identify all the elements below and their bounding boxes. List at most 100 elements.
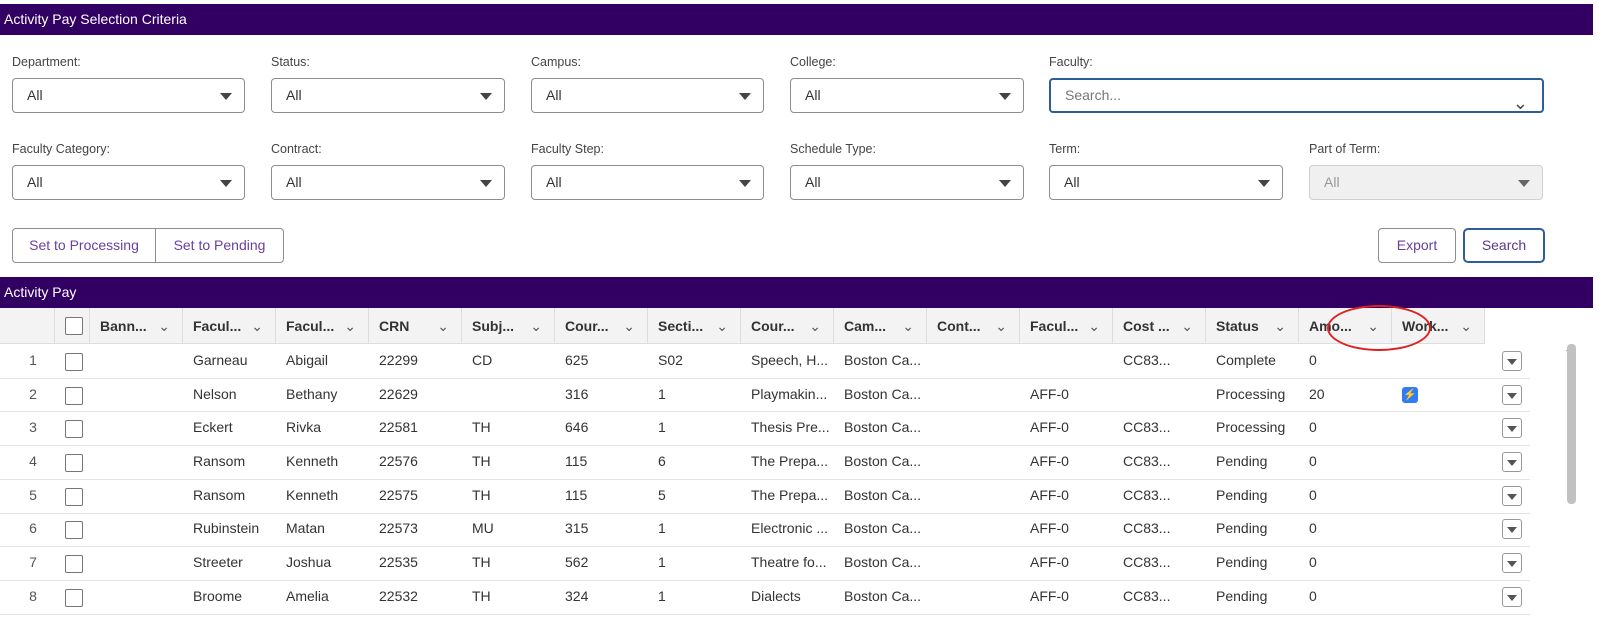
row-actions-menu[interactable]	[1502, 384, 1522, 405]
column-header[interactable]: Cour... ⌄	[555, 308, 648, 344]
row-number: 8	[29, 587, 37, 604]
table-cell: MU	[472, 520, 494, 537]
column-header-label: Cour...	[565, 318, 609, 334]
table-cell: 20	[1309, 385, 1325, 402]
chevron-down-icon[interactable]: ⌄	[623, 308, 635, 344]
row-number: 3	[29, 419, 37, 436]
table-cell: 646	[565, 419, 589, 436]
chevron-down-icon[interactable]: ⌄	[716, 308, 728, 344]
vertical-scrollbar[interactable]	[1567, 344, 1576, 504]
table-cell: Pending	[1216, 452, 1268, 469]
college-select[interactable]: All	[790, 78, 1024, 113]
column-header-label: Cam...	[844, 318, 887, 334]
row-actions-menu[interactable]	[1502, 586, 1522, 607]
contract-select[interactable]: All	[271, 165, 505, 200]
chevron-down-icon[interactable]: ⌄	[1274, 308, 1286, 344]
row-checkbox[interactable]	[65, 352, 83, 371]
campus-select[interactable]: All	[531, 78, 764, 113]
chevron-down-icon[interactable]: ⌄	[1367, 308, 1379, 344]
select-all-checkbox[interactable]	[65, 317, 83, 335]
table-cell: 22532	[379, 587, 418, 604]
table-cell: CC83...	[1123, 486, 1171, 503]
chevron-down-icon[interactable]: ⌄	[1460, 308, 1472, 344]
column-header[interactable]: CRN ⌄	[369, 308, 462, 344]
dropdown-arrow-icon	[1507, 594, 1517, 601]
row-actions-menu[interactable]	[1502, 485, 1522, 506]
row-actions-menu[interactable]	[1502, 418, 1522, 439]
export-button[interactable]: Export	[1378, 228, 1456, 263]
department-select[interactable]: All	[12, 78, 245, 113]
college-label: College:	[790, 55, 836, 69]
table-cell: 0	[1309, 486, 1317, 503]
table-cell: Boston Ca...	[844, 351, 922, 368]
column-header[interactable]: Secti... ⌄	[648, 308, 741, 344]
column-header[interactable]: Subj... ⌄	[462, 308, 555, 344]
row-checkbox[interactable]	[65, 555, 83, 574]
chevron-down-icon[interactable]: ⌄	[344, 308, 356, 344]
column-header[interactable]: Status ⌄	[1206, 308, 1299, 344]
column-header[interactable]: Cost ... ⌄	[1113, 308, 1206, 344]
table-cell: Rivka	[286, 419, 322, 436]
row-checkbox[interactable]	[65, 420, 83, 439]
term-select[interactable]: All	[1049, 165, 1283, 200]
row-actions-menu[interactable]	[1502, 519, 1522, 540]
faculty-step-select[interactable]: All	[531, 165, 764, 200]
chevron-down-icon[interactable]: ⌄	[809, 308, 821, 344]
selection-criteria-title: Activity Pay Selection Criteria	[0, 4, 1593, 35]
table-cell: 1	[658, 587, 666, 604]
column-header[interactable]: Facul... ⌄	[183, 308, 276, 344]
row-checkbox[interactable]	[65, 588, 83, 607]
row-number: 6	[29, 520, 37, 537]
table-cell: 22576	[379, 452, 418, 469]
column-header[interactable]: Facul... ⌄	[276, 308, 369, 344]
column-header[interactable]: Facul... ⌄	[1020, 308, 1113, 344]
faculty-search-input[interactable]: Search... ⌄	[1049, 78, 1544, 113]
set-to-pending-button[interactable]: Set to Pending	[155, 228, 284, 263]
table-cell: 0	[1309, 587, 1317, 604]
table-cell: Kenneth	[286, 452, 339, 469]
table-cell: Bethany	[286, 385, 338, 402]
column-header[interactable]: Amo... ⌄	[1299, 308, 1392, 344]
lightning-bolt-icon[interactable]: ⚡	[1402, 386, 1418, 403]
activity-pay-title: Activity Pay	[0, 277, 1593, 308]
column-header-label: Status	[1216, 318, 1259, 334]
chevron-down-icon[interactable]: ⌄	[902, 308, 914, 344]
dropdown-arrow-icon	[220, 180, 232, 187]
column-header[interactable]: Cont... ⌄	[927, 308, 1020, 344]
row-divider	[0, 512, 1530, 514]
column-header-label: Amo...	[1309, 318, 1352, 334]
chevron-down-icon[interactable]: ⌄	[437, 308, 449, 344]
chevron-down-icon[interactable]: ⌄	[1088, 308, 1100, 344]
chevron-down-icon[interactable]: ⌄	[530, 308, 542, 344]
table-cell: Complete	[1216, 351, 1276, 368]
chevron-down-icon: ⌄	[1512, 93, 1528, 113]
chevron-down-icon[interactable]: ⌄	[1181, 308, 1193, 344]
chevron-down-icon[interactable]: ⌄	[158, 308, 170, 344]
table-cell: Boston Ca...	[844, 419, 922, 436]
chevron-down-icon[interactable]: ⌄	[251, 308, 263, 344]
status-select[interactable]: All	[271, 78, 505, 113]
column-header[interactable]: Bann... ⌄	[90, 308, 183, 344]
column-header[interactable]: Cour... ⌄	[741, 308, 834, 344]
table-cell: Theatre fo...	[751, 554, 827, 571]
schedule-type-select[interactable]: All	[790, 165, 1024, 200]
table-cell: 1	[658, 385, 666, 402]
row-actions-menu[interactable]	[1502, 553, 1522, 574]
row-checkbox[interactable]	[65, 386, 83, 405]
row-actions-menu[interactable]	[1502, 451, 1522, 472]
row-checkbox[interactable]	[65, 487, 83, 506]
chevron-down-icon[interactable]: ⌄	[995, 308, 1007, 344]
faculty-category-select[interactable]: All	[12, 165, 245, 200]
row-checkbox[interactable]	[65, 453, 83, 472]
column-header[interactable]: Cam... ⌄	[834, 308, 927, 344]
search-button[interactable]: Search	[1463, 228, 1545, 263]
table-cell: AFF-0	[1030, 587, 1069, 604]
column-header[interactable]: Work... ⌄	[1392, 308, 1485, 344]
row-number: 7	[29, 554, 37, 571]
set-to-processing-button[interactable]: Set to Processing	[12, 228, 156, 263]
schedule-type-label: Schedule Type:	[790, 142, 876, 156]
column-header-label: Cour...	[751, 318, 795, 334]
row-actions-menu[interactable]	[1502, 350, 1522, 371]
table-cell: Boston Ca...	[844, 452, 922, 469]
row-checkbox[interactable]	[65, 521, 83, 540]
